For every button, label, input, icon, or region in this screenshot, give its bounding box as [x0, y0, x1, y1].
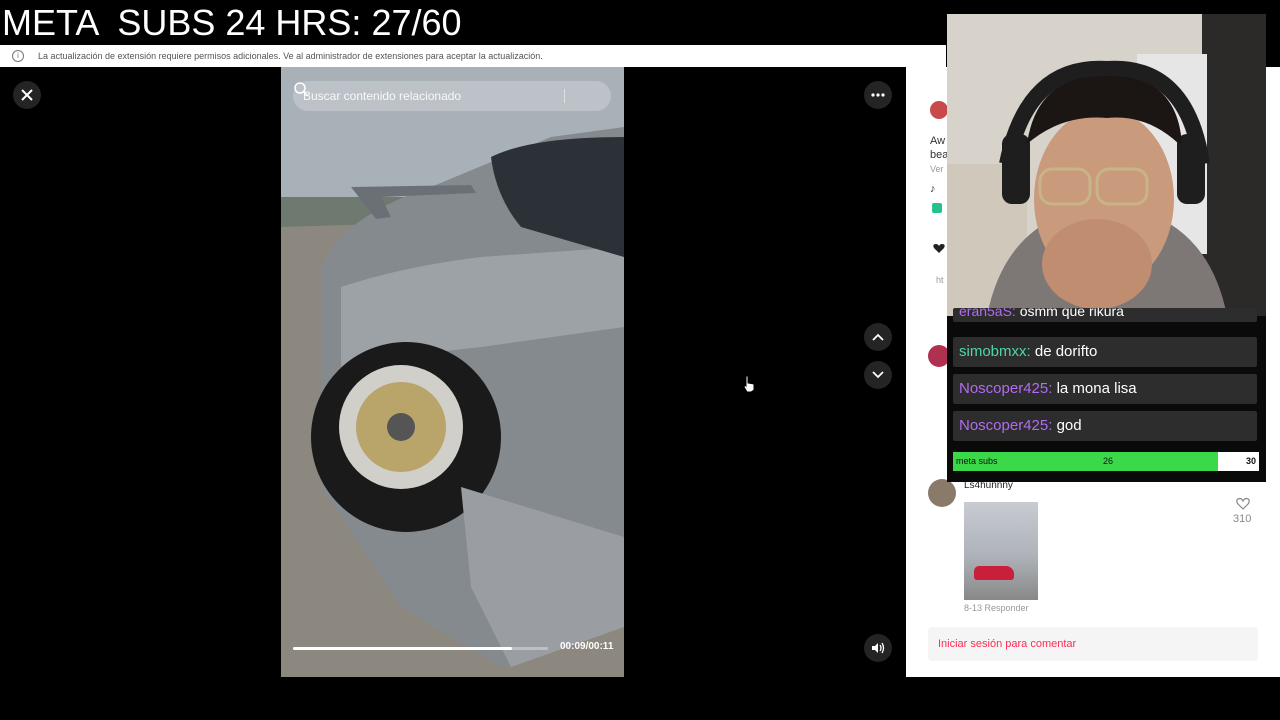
chat-message: simobmxx: de dorifto [953, 337, 1257, 367]
chevron-up-icon [872, 333, 884, 341]
search-icon[interactable] [293, 81, 309, 97]
chat-message-partial: eran5aS: osmm que rikura [953, 308, 1257, 322]
webcam-feed [947, 14, 1266, 316]
related-search-input[interactable]: Buscar contenido relacionado [293, 81, 611, 111]
streamer-webcam [947, 14, 1266, 316]
video-stage: Buscar contenido relacionado 00:09/00:11 [0, 67, 906, 677]
chat-message: Noscoper425: god [953, 411, 1257, 441]
meta-subs-goal: 30 [1245, 456, 1256, 466]
meta-subs-label: meta subs [956, 456, 998, 466]
commenter-avatar[interactable] [928, 479, 956, 507]
chat-username: Noscoper425: [959, 417, 1053, 434]
description-fragment: Ver [930, 164, 944, 174]
chat-text: osmm que rikura [1015, 308, 1124, 319]
search-placeholder: Buscar contenido relacionado [303, 89, 462, 103]
description-fragment: bea [930, 149, 949, 161]
notification-text: La actualización de extensión requiere p… [38, 51, 543, 61]
author-avatar[interactable] [930, 101, 948, 119]
chat-text: la mona lisa [1052, 380, 1137, 397]
close-icon [21, 89, 33, 101]
more-options-button[interactable] [864, 81, 892, 109]
subs-goal-banner: META SUBS 24 HRS: 27/60 [0, 0, 946, 45]
like-heart-icon[interactable] [1236, 497, 1250, 510]
comment-meta[interactable]: 8-13 Responder [964, 603, 1029, 613]
extension-notification-bar: i La actualización de extensión requiere… [0, 45, 946, 67]
login-to-comment-button[interactable]: Iniciar sesión para comentar [928, 627, 1258, 661]
music-icon: ♪ [930, 183, 936, 195]
video-progress-fill [293, 647, 513, 650]
chat-text: de dorifto [1030, 343, 1098, 360]
red-car-thumbnail [974, 566, 1014, 580]
chat-username: simobmxx: [959, 343, 1031, 360]
video-time: 00:09/00:11 [560, 641, 614, 652]
chat-text: god [1052, 417, 1082, 434]
volume-icon [872, 642, 885, 654]
video-player[interactable]: Buscar contenido relacionado 00:09/00:11 [281, 67, 624, 677]
video-progress-bar[interactable] [293, 647, 548, 650]
hand-cursor-icon [743, 375, 755, 393]
search-divider [564, 89, 565, 103]
meta-subs-current: 26 [1103, 456, 1114, 466]
info-icon: i [12, 50, 24, 62]
more-horizontal-icon [871, 93, 885, 97]
meta-subs-progress-bar: meta subs 26 30 [953, 452, 1259, 471]
next-video-button[interactable] [864, 361, 892, 389]
heart-icon[interactable] [933, 241, 945, 253]
chevron-down-icon [872, 371, 884, 379]
volume-button[interactable] [864, 634, 892, 662]
stream-chat: eran5aS: osmm que rikura simobmxx: de do… [947, 308, 1266, 482]
tag-icon [932, 203, 942, 213]
chat-username: Noscoper425: [959, 380, 1053, 397]
car-video-frame [281, 67, 624, 677]
link-fragment: ht [936, 275, 944, 285]
chat-username: eran5aS: [959, 308, 1016, 319]
close-button[interactable] [13, 81, 41, 109]
description-fragment: Aw [930, 135, 946, 147]
comment-image[interactable] [964, 502, 1038, 600]
chat-message: Noscoper425: la mona lisa [953, 374, 1257, 404]
like-count: 310 [1233, 513, 1252, 525]
previous-video-button[interactable] [864, 323, 892, 351]
